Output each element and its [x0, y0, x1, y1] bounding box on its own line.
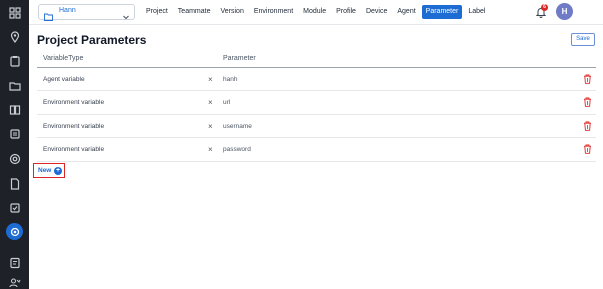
settings-icon[interactable] [6, 223, 23, 240]
parameter-select[interactable]: hanh [223, 76, 237, 83]
layers-icon[interactable] [6, 125, 23, 142]
page-title: Project Parameters [37, 33, 147, 47]
app: Hann Project Teammate Version Environmen… [0, 0, 603, 289]
variable-type-select[interactable]: Environment variable [43, 99, 104, 106]
report-icon[interactable] [6, 254, 23, 271]
top-nav: Project Teammate Version Environment Mod… [142, 5, 491, 19]
clear-icon[interactable]: × [208, 98, 213, 107]
new-parameter-button[interactable]: New + [33, 163, 65, 178]
location-icon[interactable] [6, 28, 23, 45]
table-row: Environment variable × password [37, 138, 596, 162]
tab-parameter[interactable]: Parameter [421, 5, 463, 19]
tab-device[interactable]: Device [362, 5, 391, 19]
folder-icon[interactable] [6, 77, 23, 94]
tab-version[interactable]: Version [216, 5, 247, 19]
table-row: Environment variable × username [37, 115, 596, 139]
clear-icon[interactable]: × [208, 145, 213, 154]
clear-icon[interactable]: × [208, 122, 213, 131]
project-select[interactable]: Hann [38, 4, 135, 21]
avatar[interactable]: H [556, 3, 573, 20]
target-icon[interactable] [6, 150, 23, 167]
tab-teammate[interactable]: Teammate [174, 5, 215, 19]
parameter-select[interactable]: url [223, 99, 230, 106]
book-icon[interactable] [6, 101, 23, 118]
tab-module[interactable]: Module [299, 5, 330, 19]
table-row: Environment variable × url [37, 91, 596, 115]
trash-icon[interactable] [583, 97, 592, 108]
plus-icon: + [54, 167, 62, 175]
tab-agent[interactable]: Agent [393, 5, 419, 19]
parameters-table: VariableType Parameter Agent variable × … [37, 53, 596, 162]
variable-type-select[interactable]: Agent variable [43, 76, 85, 83]
parameter-select[interactable]: password [223, 146, 251, 153]
trash-icon[interactable] [583, 144, 592, 154]
checklist-icon[interactable] [6, 199, 23, 216]
trash-icon[interactable] [583, 74, 592, 84]
tab-label[interactable]: Label [464, 5, 489, 19]
table-row: Agent variable × hanh [37, 68, 596, 92]
clipboard-icon[interactable] [6, 52, 23, 69]
variable-type-select[interactable]: Environment variable [43, 146, 104, 153]
chevron-down-icon [122, 8, 130, 20]
top-bar: Hann Project Teammate Version Environmen… [29, 0, 603, 25]
trash-icon[interactable] [583, 121, 592, 131]
notification-badge: 6 [541, 4, 548, 11]
sidebar [0, 0, 29, 289]
parameter-select[interactable]: username [223, 123, 252, 130]
users-icon[interactable] [6, 274, 23, 289]
new-button-label: New [38, 167, 52, 174]
tab-project[interactable]: Project [142, 5, 172, 19]
file-icon[interactable] [6, 175, 23, 192]
tab-environment[interactable]: Environment [250, 5, 297, 19]
table-header: VariableType Parameter [37, 53, 596, 68]
column-header-variabletype: VariableType [43, 55, 84, 62]
clear-icon[interactable]: × [208, 75, 213, 84]
column-header-parameter: Parameter [223, 55, 256, 62]
grid-icon[interactable] [6, 4, 23, 21]
project-select-value: Hann [59, 7, 76, 14]
folder-icon [44, 8, 53, 21]
tab-profile[interactable]: Profile [332, 5, 360, 19]
variable-type-select[interactable]: Environment variable [43, 123, 104, 130]
save-button[interactable]: Save [571, 33, 595, 46]
